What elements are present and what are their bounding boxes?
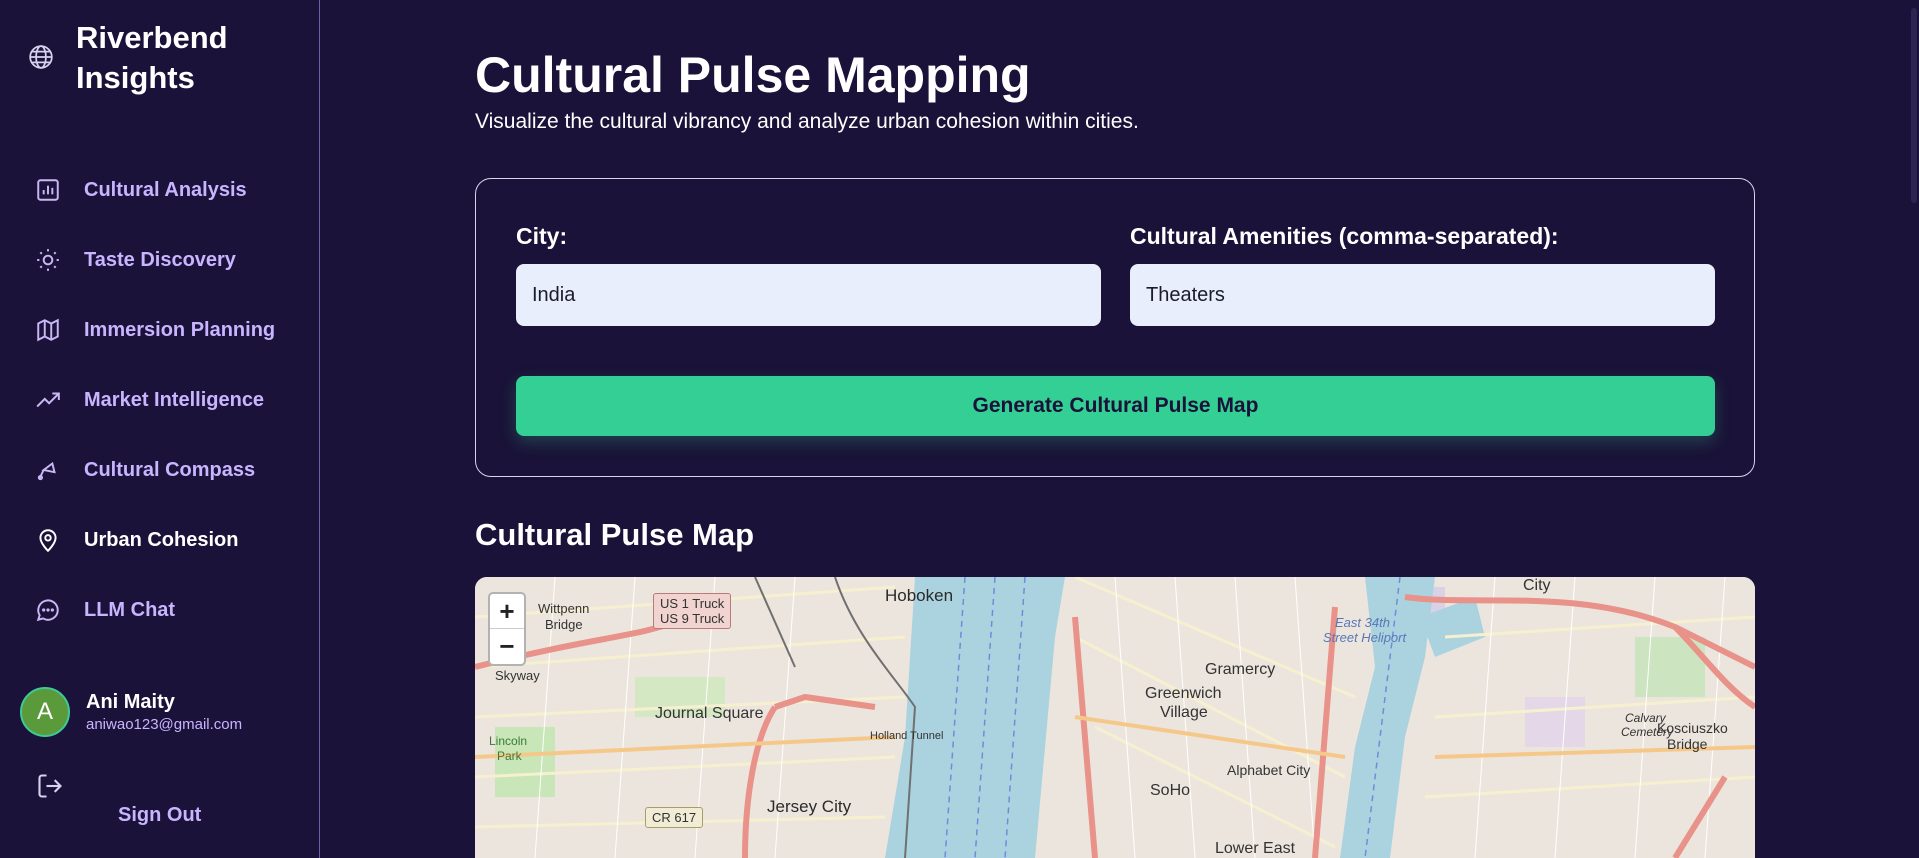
sidebar-item-taste-discovery[interactable]: Taste Discovery <box>34 225 275 295</box>
sidebar-item-label: LLM Chat <box>84 598 176 621</box>
sidebar-item-immersion-planning[interactable]: Immersion Planning <box>34 295 275 365</box>
lightbulb-icon <box>34 246 62 274</box>
zoom-control: + − <box>488 592 526 666</box>
user-profile: A Ani Maity aniwao123@gmail.com <box>20 687 242 737</box>
sidebar-item-label: Taste Discovery <box>84 248 236 271</box>
compass-icon <box>34 456 62 484</box>
page-title: Cultural Pulse Mapping <box>475 47 1031 103</box>
city-label: City: <box>516 223 568 249</box>
route-shield: CR 617 <box>645 807 704 828</box>
sign-out-icon[interactable] <box>36 772 64 800</box>
cultural-pulse-form: City: Cultural Amenities (comma-separate… <box>475 178 1755 477</box>
generate-map-button[interactable]: Generate Cultural Pulse Map <box>516 376 1715 436</box>
map-label: City <box>1523 577 1551 594</box>
brand: Riverbend Insights <box>28 18 276 98</box>
sidebar-nav: Cultural Analysis Taste Discovery Immers… <box>34 155 275 645</box>
page-scrollbar[interactable] <box>1911 8 1917 203</box>
route-shield: US 1 Truck US 9 Truck <box>653 593 732 629</box>
map-label: Bridge <box>545 617 583 632</box>
map-pin-icon <box>34 526 62 554</box>
user-name: Ani Maity <box>86 691 175 713</box>
zoom-in-button[interactable]: + <box>490 594 524 629</box>
user-info: Ani Maity aniwao123@gmail.com <box>86 689 242 735</box>
map-label: Lower East <box>1215 840 1296 857</box>
user-email: aniwao123@gmail.com <box>86 716 243 733</box>
map-label: East 34th <box>1335 615 1390 630</box>
map-label: Greenwich <box>1145 685 1222 702</box>
map-label: Street Heliport <box>1323 630 1407 645</box>
map-label: Hoboken <box>885 586 954 605</box>
map-label: Skyway <box>495 668 540 683</box>
map-label: Jersey City <box>767 797 852 816</box>
sign-out-button[interactable]: Sign Out <box>118 804 201 827</box>
globe-icon <box>28 44 54 70</box>
sidebar-item-label: Cultural Compass <box>84 458 256 481</box>
sidebar-item-label: Immersion Planning <box>84 318 276 341</box>
amenities-label: Cultural Amenities (comma-separated): <box>1130 223 1559 249</box>
sidebar-item-llm-chat[interactable]: LLM Chat <box>34 575 275 645</box>
sidebar-item-label: Market Intelligence <box>84 388 265 411</box>
map-icon <box>34 316 62 344</box>
map-label: Holland Tunnel <box>870 730 944 742</box>
chat-bubble-icon <box>34 596 62 624</box>
route-label: US 9 Truck <box>660 611 725 626</box>
cultural-pulse-map[interactable]: + − US 1 Truck US 9 Truck CR 617 Wittpen… <box>475 577 1755 858</box>
page-subtitle: Visualize the cultural vibrancy and anal… <box>475 110 1139 133</box>
map-label: Wittpenn <box>538 601 590 616</box>
map-label: Gramercy <box>1205 661 1276 678</box>
map-label: Journal Square <box>655 705 764 722</box>
avatar: A <box>20 687 70 737</box>
sidebar-item-label: Urban Cohesion <box>84 528 239 551</box>
sidebar-item-urban-cohesion[interactable]: Urban Cohesion <box>34 505 275 575</box>
zoom-out-button[interactable]: − <box>490 629 524 664</box>
map-label: Alphabet City <box>1227 762 1311 778</box>
route-label: US 1 Truck <box>660 596 725 611</box>
sidebar-item-cultural-compass[interactable]: Cultural Compass <box>34 435 275 505</box>
sidebar: Riverbend Insights Cultural Analysis Tas… <box>0 0 320 858</box>
map-label: Village <box>1160 704 1208 721</box>
map-label: Kosciuszko <box>1657 720 1728 736</box>
map-label: Bridge <box>1667 736 1708 752</box>
map-label: SoHo <box>1150 782 1191 799</box>
sidebar-item-cultural-analysis[interactable]: Cultural Analysis <box>34 155 275 225</box>
map-label: Lincoln <box>489 734 528 748</box>
trending-up-icon <box>34 386 62 414</box>
sidebar-item-market-intelligence[interactable]: Market Intelligence <box>34 365 275 435</box>
brand-title: Riverbend Insights <box>76 20 228 95</box>
city-input[interactable] <box>516 264 1101 326</box>
map-section-title: Cultural Pulse Map <box>475 517 755 552</box>
map-label: Park <box>497 749 522 763</box>
sidebar-item-label: Cultural Analysis <box>84 178 247 201</box>
amenities-input[interactable] <box>1130 264 1715 326</box>
bar-chart-icon <box>34 176 62 204</box>
